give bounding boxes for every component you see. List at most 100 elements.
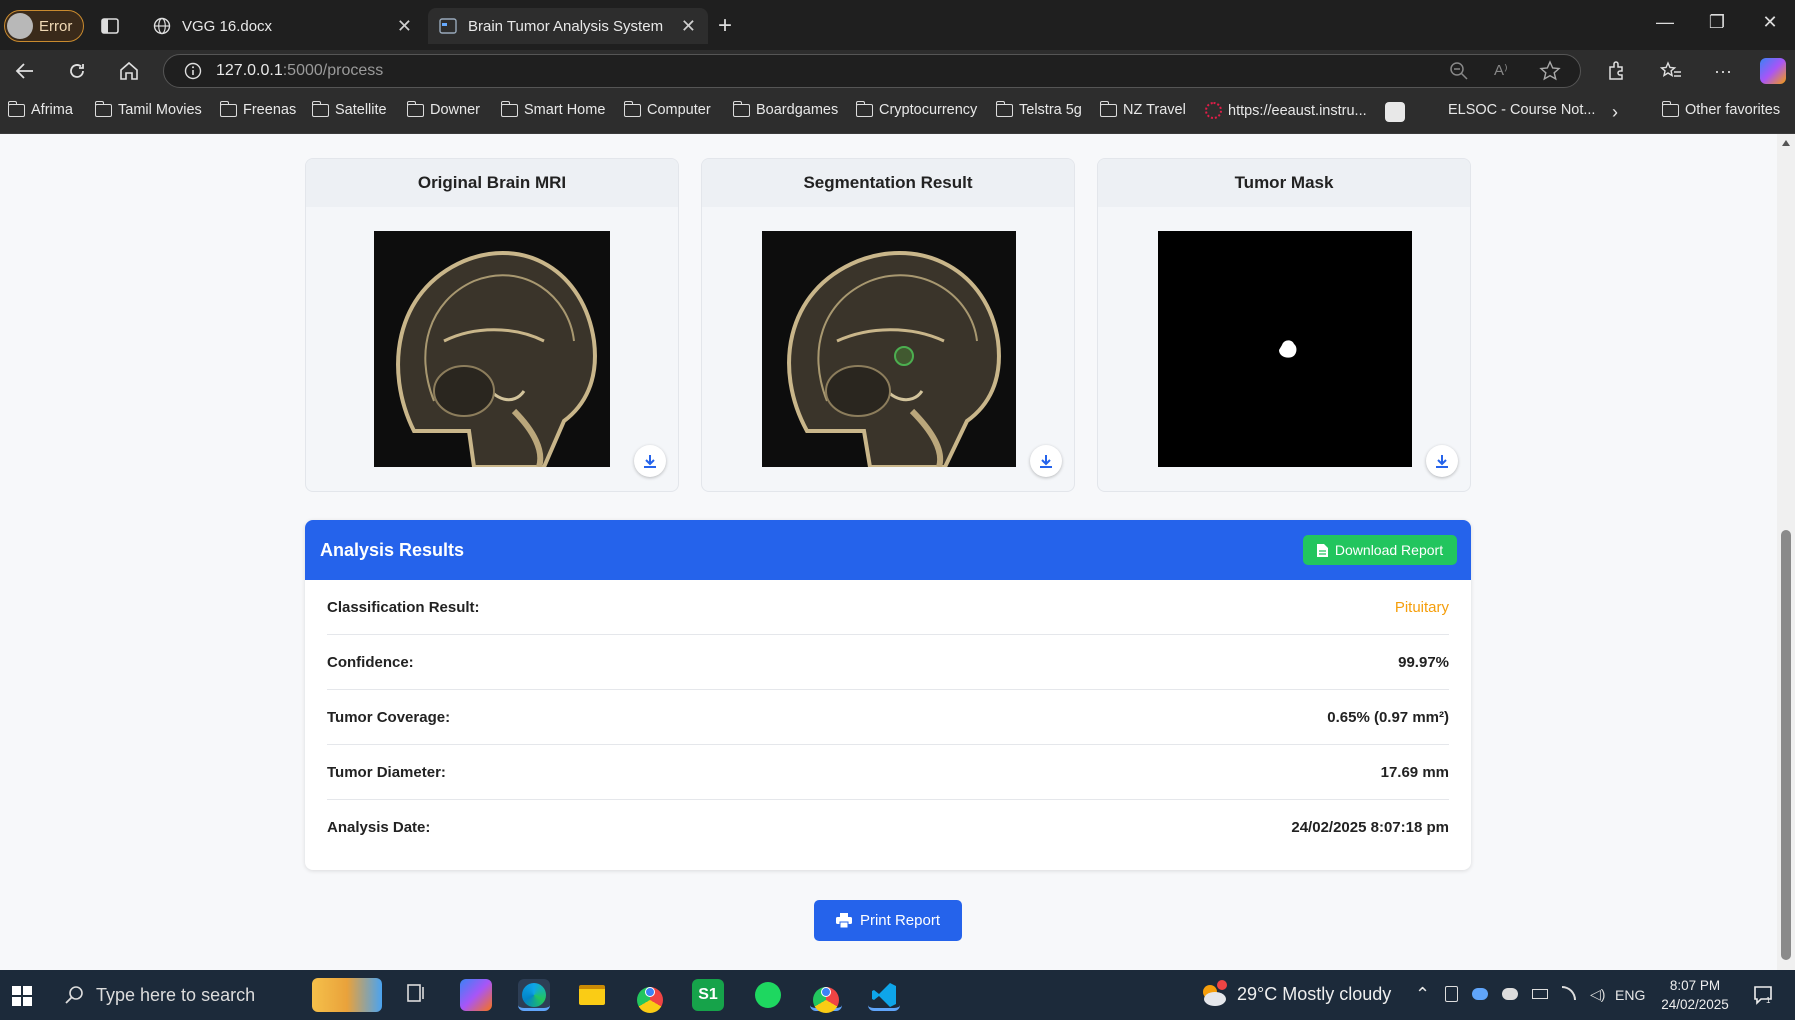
result-label: Classification Result: [327,598,480,616]
favorite-item[interactable]: Downer [406,100,480,118]
weather-text[interactable]: 29°C Mostly cloudy [1237,984,1391,1005]
chrome-app-icon[interactable] [634,979,666,1013]
favorite-item[interactable]: https://eeaust.instru... [1205,102,1367,119]
search-highlight-icon[interactable] [312,978,382,1012]
windows-start-icon[interactable] [12,986,32,1006]
task-view-icon[interactable] [405,982,427,1004]
url-path: :5000/process [282,62,384,79]
browser-title-bar: Error VGG 16.docx ✕ Brain Tumor Analysis… [0,0,1795,50]
weather-icon[interactable] [1198,980,1228,1008]
scroll-up-icon[interactable] [1782,140,1790,146]
chevron-up-icon[interactable]: ⌃ [1415,984,1430,1005]
copilot-app-icon[interactable] [460,979,492,1011]
download-icon[interactable] [1426,445,1458,477]
minimize-icon[interactable]: — [1645,12,1685,33]
folder-icon [311,100,329,117]
cloud-icon[interactable] [1502,988,1518,1000]
favorite-item[interactable]: Tamil Movies [94,100,202,118]
download-icon[interactable] [634,445,666,477]
file-explorer-icon[interactable] [576,979,608,1011]
volume-icon[interactable]: ◁) [1590,986,1605,1004]
other-favorites[interactable]: Other favorites [1661,100,1780,118]
zoom-out-icon[interactable] [1449,61,1469,81]
chevron-right-icon[interactable]: › [1612,102,1618,123]
tab-brain-tumor[interactable]: Brain Tumor Analysis System ✕ [428,8,708,44]
favorite-item[interactable]: Satellite [311,100,387,118]
result-value: 17.69 mm [1380,763,1449,781]
tumor-mask-image [1158,231,1412,467]
favorite-item[interactable]: NZ Travel [1099,100,1186,118]
result-value: Pituitary [1394,598,1449,616]
more-icon[interactable]: ··· [1710,58,1736,84]
close-icon[interactable]: ✕ [397,16,412,37]
mri-image [374,231,610,467]
profile-label: Error [39,17,73,35]
card-title: Segmentation Result [702,159,1074,207]
result-row: Tumor Coverage: 0.65% (0.97 mm²) [327,690,1449,745]
favorite-item[interactable]: Boardgames [732,100,838,118]
folder-icon [219,100,237,117]
favorite-item[interactable]: Freenas [219,100,296,118]
tab-title: Brain Tumor Analysis System [468,17,664,35]
result-value: 99.97% [1398,653,1449,671]
refresh-icon[interactable] [64,58,90,84]
scroll-thumb[interactable] [1781,530,1791,960]
card-title: Tumor Mask [1098,159,1470,207]
result-value: 24/02/2025 8:07:18 pm [1291,819,1449,836]
new-tab-icon[interactable]: + [718,12,732,40]
wifi-icon[interactable] [1562,986,1576,1000]
tab-vgg16[interactable]: VGG 16.docx ✕ [142,8,424,44]
close-icon[interactable]: ✕ [681,16,696,37]
favorites-icon[interactable] [1658,58,1684,84]
system-tray-icons: ◁) [1445,986,1615,1004]
notifications-icon[interactable]: 1 [1752,984,1774,1006]
extensions-icon[interactable] [1603,58,1629,84]
battery-icon[interactable] [1532,989,1548,999]
download-report-button[interactable]: Download Report [1303,535,1457,565]
restore-icon[interactable]: ❐ [1697,12,1737,33]
print-report-button[interactable]: Print Report [814,900,962,941]
favorite-item[interactable]: ELSOC - Course Not... [1425,102,1595,118]
window-close-icon[interactable]: ✕ [1750,12,1790,33]
page-icon [438,16,458,36]
taskbar-search[interactable]: Type here to search [48,970,298,1020]
address-bar[interactable]: 127.0.0.1:5000/process A⁾ [163,54,1581,88]
tab-actions-icon[interactable] [100,16,120,36]
favorite-item[interactable]: Cryptocurrency [855,100,977,118]
page-content: Original Brain MRI Segmentation Result T… [0,134,1777,970]
result-row: Confidence: 99.97% [327,635,1449,690]
folder-icon [855,100,873,117]
download-icon[interactable] [1030,445,1062,477]
favorite-item[interactable]: Afrima [7,100,73,118]
tray-app-icon[interactable] [1445,986,1458,1002]
result-row: Tumor Diameter: 17.69 mm [327,745,1449,800]
result-label: Tumor Coverage: [327,708,451,726]
spotify-icon[interactable] [752,979,784,1011]
profile-button[interactable]: Error [4,10,84,42]
clock[interactable]: 8:07 PM 24/02/2025 [1655,976,1735,1014]
copilot-icon[interactable] [1760,58,1786,84]
site-info-icon[interactable] [184,62,202,80]
chrome-app-icon[interactable] [810,979,842,1013]
favorite-item[interactable]: Telstra 5g [995,100,1082,118]
sync-link-icon[interactable] [1385,102,1405,122]
clock-time: 8:07 PM [1669,978,1721,993]
s1-app-icon[interactable]: S1 [692,979,724,1011]
edge-app-icon[interactable] [518,979,550,1011]
favorite-item[interactable]: Smart Home [500,100,605,118]
favorite-item[interactable]: Computer [623,100,711,118]
svg-text:1: 1 [1766,996,1771,1005]
favorite-star-icon[interactable] [1539,60,1561,82]
vscode-icon[interactable] [868,979,900,1011]
image-card-original: Original Brain MRI [305,158,679,492]
language-indicator[interactable]: ENG [1615,987,1645,1003]
read-aloud-icon[interactable]: A⁾ [1494,61,1508,79]
result-label: Confidence: [327,653,414,671]
folder-icon [500,100,518,117]
home-icon[interactable] [116,58,142,84]
onedrive-icon[interactable] [1472,988,1488,1000]
back-icon[interactable] [12,58,38,84]
folder-icon [732,100,750,117]
card-title: Original Brain MRI [306,159,678,207]
folder-icon [406,100,424,117]
